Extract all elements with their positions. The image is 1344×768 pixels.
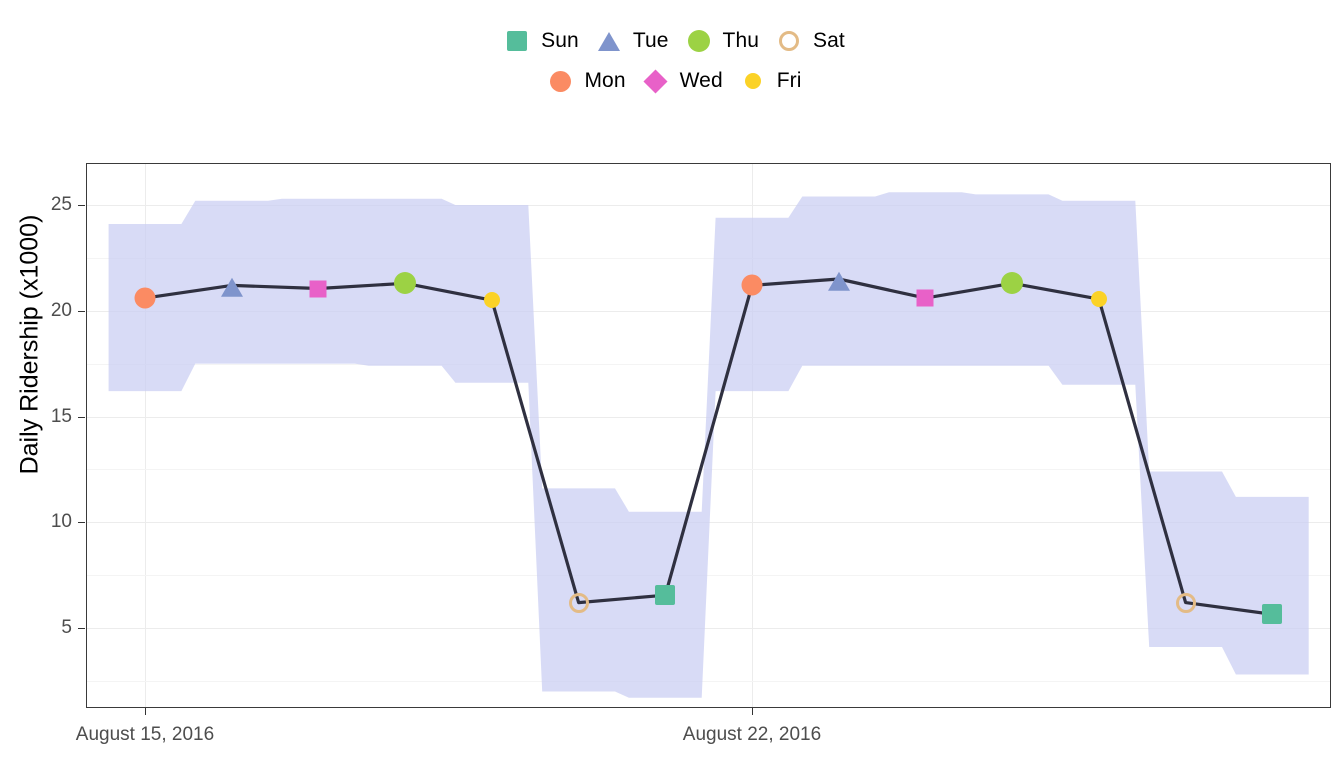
data-point-sun-6[interactable] [655, 585, 675, 605]
data-point-sun-13[interactable] [1262, 604, 1282, 624]
data-point-sat-12[interactable] [1176, 593, 1196, 613]
y-axis-ticks: 5 10 15 20 25 [0, 0, 72, 768]
data-point-thu-10[interactable] [1001, 272, 1023, 294]
data-point-wed-2[interactable] [310, 280, 327, 297]
data-point-wed-9[interactable] [917, 290, 934, 307]
data-point-mon-0[interactable] [135, 288, 156, 309]
y-tick-mark-15 [78, 417, 85, 418]
y-tick-mark-25 [78, 205, 85, 206]
data-point-fri-11[interactable] [1091, 291, 1107, 307]
chart-panel [86, 163, 1331, 708]
data-point-mon-7[interactable] [742, 275, 763, 296]
x-tick-label-1: August 22, 2016 [683, 724, 821, 746]
y-tick-mark-10 [78, 522, 85, 523]
plot-area: Daily Ridership (x1000) 510152025 August… [0, 0, 1344, 768]
data-point-tue-1[interactable] [221, 278, 243, 297]
x-tick-mark-1 [752, 708, 753, 715]
y-tick-label-25: 25 [51, 194, 72, 216]
y-tick-mark-5 [78, 628, 85, 629]
data-point-thu-3[interactable] [394, 272, 416, 294]
y-tick-label-20: 20 [51, 300, 72, 322]
y-tick-label-10: 10 [51, 511, 72, 533]
chart-root: SunTueThuSatMonWedFri Daily Ridership (x… [0, 0, 1344, 768]
y-tick-label-5: 5 [61, 617, 72, 639]
data-point-sat-5[interactable] [569, 593, 589, 613]
y-tick-mark-20 [78, 311, 85, 312]
y-tick-label-15: 15 [51, 406, 72, 428]
data-point-tue-8[interactable] [828, 272, 850, 291]
x-tick-mark-0 [145, 708, 146, 715]
chart-svg [87, 164, 1330, 707]
data-point-fri-4[interactable] [484, 292, 500, 308]
x-tick-label-0: August 15, 2016 [76, 724, 214, 746]
